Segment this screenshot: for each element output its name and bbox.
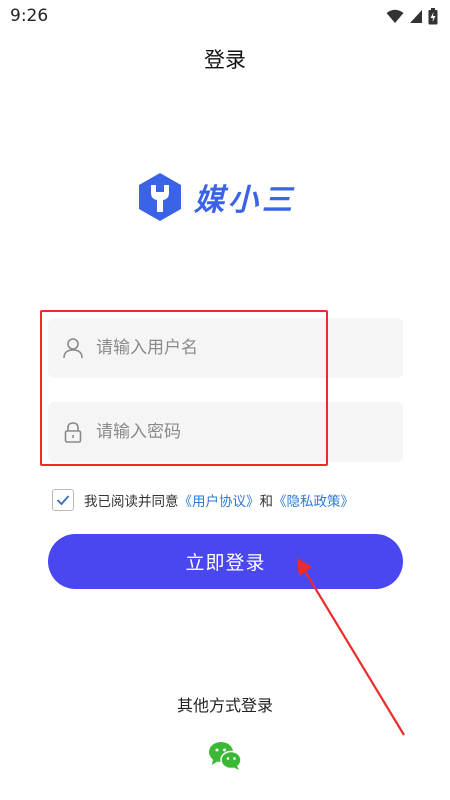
app-logo: 媒小三 [136,171,296,223]
privacy-policy-link[interactable]: 《隐私政策》 [273,494,354,510]
agreement-prefix: 我已阅读并同意 [84,494,179,510]
annotation-arrow [297,558,405,736]
user-agreement-link[interactable]: 《用户协议》 [179,494,260,510]
battery-icon [428,8,438,25]
password-field[interactable] [48,402,403,462]
agreement-row: 我已阅读并同意《用户协议》和《隐私政策》 [52,489,354,511]
status-icons [386,8,438,25]
agreement-checkbox[interactable] [52,489,74,511]
user-icon [63,338,83,359]
logo-mark-icon [139,173,181,221]
agreement-text: 我已阅读并同意《用户协议》和《隐私政策》 [84,490,354,510]
other-login-label: 其他方式登录 [176,696,273,715]
username-input[interactable] [96,318,386,378]
status-time: 9:26 [10,6,49,26]
password-input[interactable] [96,402,386,462]
wifi-icon [386,9,404,23]
check-icon [56,495,70,506]
page-title: 登录 [204,48,246,72]
status-bar: 9:26 [0,0,450,32]
lock-icon [64,422,82,443]
username-field[interactable] [48,318,403,378]
login-button[interactable]: 立即登录 [48,534,403,589]
wechat-icon[interactable] [208,741,242,771]
signal-icon [410,10,422,23]
agreement-and: 和 [259,494,274,510]
logo-text: 媒小三 [194,183,296,218]
